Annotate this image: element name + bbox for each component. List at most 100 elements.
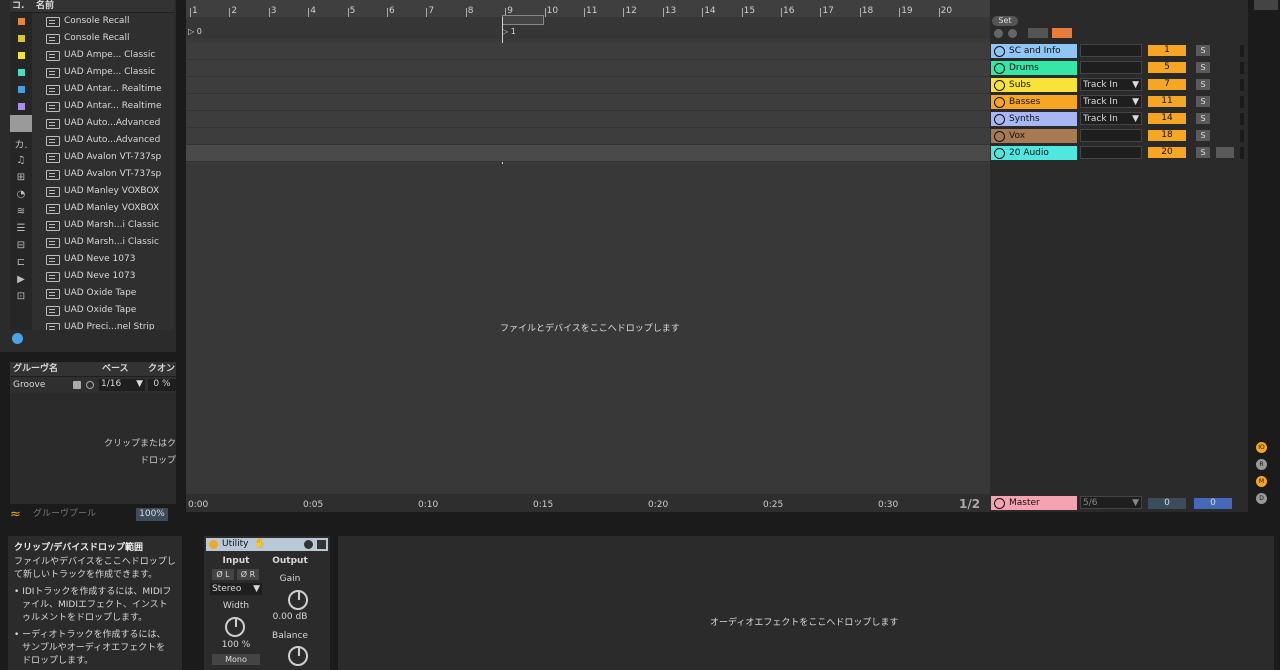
browser-item[interactable]: UAD Marsh...i Classic	[32, 234, 174, 251]
mono-button[interactable]: Mono	[212, 654, 260, 665]
groove-base-select[interactable]: 1/16 ▼	[99, 379, 145, 391]
loop-brace[interactable]	[502, 15, 544, 25]
track-header[interactable]: 20 Audio 20 S	[990, 145, 1248, 161]
browser-item[interactable]: UAD Avalon VT-737sp	[32, 149, 174, 166]
track-name[interactable]: Drums	[991, 61, 1077, 75]
solo-button[interactable]: S	[1196, 130, 1210, 141]
record-arm-button[interactable]	[1216, 147, 1234, 158]
device-icon[interactable]: ⊏	[10, 254, 32, 271]
color-tag-2[interactable]	[10, 30, 32, 47]
color-tag-5[interactable]	[10, 81, 32, 98]
track-input-select[interactable]	[1080, 146, 1142, 159]
master-name[interactable]: Master	[991, 496, 1077, 510]
bar-ruler[interactable]: 1 2 3 4 5 6 7 8 9 10 11 12 13 14 15 16 17 18 19 20	[186, 0, 990, 18]
browser-item[interactable]: UAD Oxide Tape	[32, 285, 174, 302]
browser-item[interactable]: UAD Ampe... Classic	[32, 64, 174, 81]
utility-device[interactable]: Utility ✋ Input Output Ø L Ø R Stereo ▼ W…	[204, 536, 330, 670]
track-name[interactable]: Basses	[991, 95, 1077, 109]
solo-button[interactable]: S	[1196, 79, 1210, 90]
track-header[interactable]: SC and Info 1 S	[990, 43, 1248, 59]
track-header[interactable]: Subs Track In ▼ 7 S	[990, 77, 1248, 93]
scroll-top[interactable]	[1254, 0, 1278, 10]
add-folder-icon[interactable]	[12, 333, 23, 344]
list-icon[interactable]	[994, 80, 1005, 91]
browser-item[interactable]: UAD Avalon VT-737sp	[32, 166, 174, 183]
browser-item[interactable]: UAD Ampe... Classic	[32, 47, 174, 64]
track-header[interactable]: Drums 5 S	[990, 60, 1248, 76]
arrangement-track-lane[interactable]	[186, 145, 990, 162]
color-tag-1[interactable]	[10, 13, 32, 30]
list-icon[interactable]	[994, 114, 1005, 125]
track-header[interactable]: Basses Track In ▼ 11 S	[990, 94, 1248, 110]
track-name[interactable]: 20 Audio	[991, 146, 1077, 160]
track-input-select[interactable]	[1080, 61, 1142, 74]
clock-icon[interactable]: ◔	[10, 186, 32, 203]
view-toggle-io[interactable]: IO	[1256, 442, 1267, 453]
groove-toggle-icon[interactable]: ≈	[10, 508, 24, 522]
solo-button[interactable]: S	[1196, 96, 1210, 107]
waveform-icon[interactable]: ≋	[10, 203, 32, 220]
browser-item[interactable]: UAD Auto...Advanced	[32, 115, 174, 132]
browser-item[interactable]: UAD Neve 1073	[32, 268, 174, 285]
browser-item[interactable]: UAD Manley VOXBOX	[32, 200, 174, 217]
browser-item[interactable]: UAD Antar... Realtime	[32, 98, 174, 115]
width-value[interactable]: 100 %	[214, 640, 258, 650]
arrangement-track-lane[interactable]	[186, 128, 990, 145]
color-tag-4[interactable]	[10, 64, 32, 81]
loop-bar[interactable]: ▷ 0 ▷ 1	[186, 15, 990, 39]
start-marker[interactable]: ▷ 0	[188, 27, 202, 36]
device-power-icon[interactable]	[209, 540, 218, 549]
arrangement-track-lane[interactable]	[186, 94, 990, 111]
solo-button[interactable]: S	[1196, 113, 1210, 124]
track-number[interactable]: 18	[1148, 130, 1186, 141]
global-amount-field[interactable]: 100%	[136, 508, 168, 521]
loop-marker[interactable]: ▷ 1	[502, 27, 516, 36]
gain-knob[interactable]	[288, 590, 308, 610]
arrangement-track-lane[interactable]	[186, 77, 990, 94]
sliders-icon[interactable]: ☰	[10, 220, 32, 237]
track-header[interactable]: Vox 18 S	[990, 128, 1248, 144]
time-ruler[interactable]: 0:00 0:05 0:10 0:15 0:20 0:25 0:30	[186, 494, 990, 512]
play-icon[interactable]	[994, 148, 1005, 159]
track-input-select[interactable]	[1080, 129, 1142, 142]
width-knob[interactable]	[225, 617, 245, 637]
browser-item[interactable]: UAD Manley VOXBOX	[32, 183, 174, 200]
arrangement-track-lane[interactable]	[186, 111, 990, 128]
clip-icon[interactable]: ▶	[10, 271, 32, 288]
list-icon[interactable]	[994, 131, 1005, 142]
browser-item[interactable]: Console Recall	[32, 30, 174, 47]
browser-item[interactable]: UAD Marsh...i Classic	[32, 217, 174, 234]
arrangement-track-lane[interactable]	[186, 60, 990, 77]
sample-icon[interactable]: ⊡	[10, 288, 32, 305]
master-volume-left[interactable]: 0	[1148, 498, 1186, 509]
refresh-icon[interactable]	[86, 381, 94, 389]
effect-drop-area[interactable]: オーディオエフェクトをここへドロップします	[338, 536, 1274, 670]
list-icon[interactable]	[994, 63, 1005, 74]
track-name[interactable]: Vox	[991, 129, 1077, 143]
track-number[interactable]: 7	[1148, 79, 1186, 90]
track-name[interactable]: Subs	[991, 78, 1077, 92]
set-button[interactable]: Set	[992, 16, 1018, 26]
track-number[interactable]: 5	[1148, 62, 1186, 73]
phase-left-button[interactable]: Ø L	[212, 569, 234, 580]
browser-item[interactable]: UAD Preci...nel Strip	[32, 319, 174, 330]
arrangement-track-lane[interactable]	[186, 43, 990, 60]
solo-button[interactable]: S	[1196, 45, 1210, 56]
track-number[interactable]: 11	[1148, 96, 1186, 107]
arrangement-view[interactable]: 1 2 3 4 5 6 7 8 9 10 11 12 13 14 15 16 17 18 19 20 ▷ 0 ▷ 1 …	[186, 0, 990, 512]
list-icon[interactable]	[994, 46, 1005, 57]
color-tag-6[interactable]	[10, 98, 32, 115]
name-column-header[interactable]: 名前	[32, 0, 174, 13]
track-number[interactable]: 1	[1148, 45, 1186, 56]
lock-icon[interactable]	[1052, 28, 1072, 38]
groove-quant-field[interactable]: 0 %	[148, 379, 176, 391]
arrow-right-icon[interactable]	[1008, 29, 1017, 38]
channel-mode-select[interactable]: Stereo ▼	[210, 583, 262, 595]
track-number[interactable]: 14	[1148, 113, 1186, 124]
save-icon[interactable]	[73, 381, 81, 389]
grid-icon[interactable]: ⊞	[10, 169, 32, 186]
list-icon[interactable]	[994, 97, 1005, 108]
view-toggle-m[interactable]: M	[1256, 476, 1267, 487]
browser-item[interactable]: Console Recall	[32, 13, 174, 30]
expand-icon[interactable]	[1028, 28, 1048, 38]
